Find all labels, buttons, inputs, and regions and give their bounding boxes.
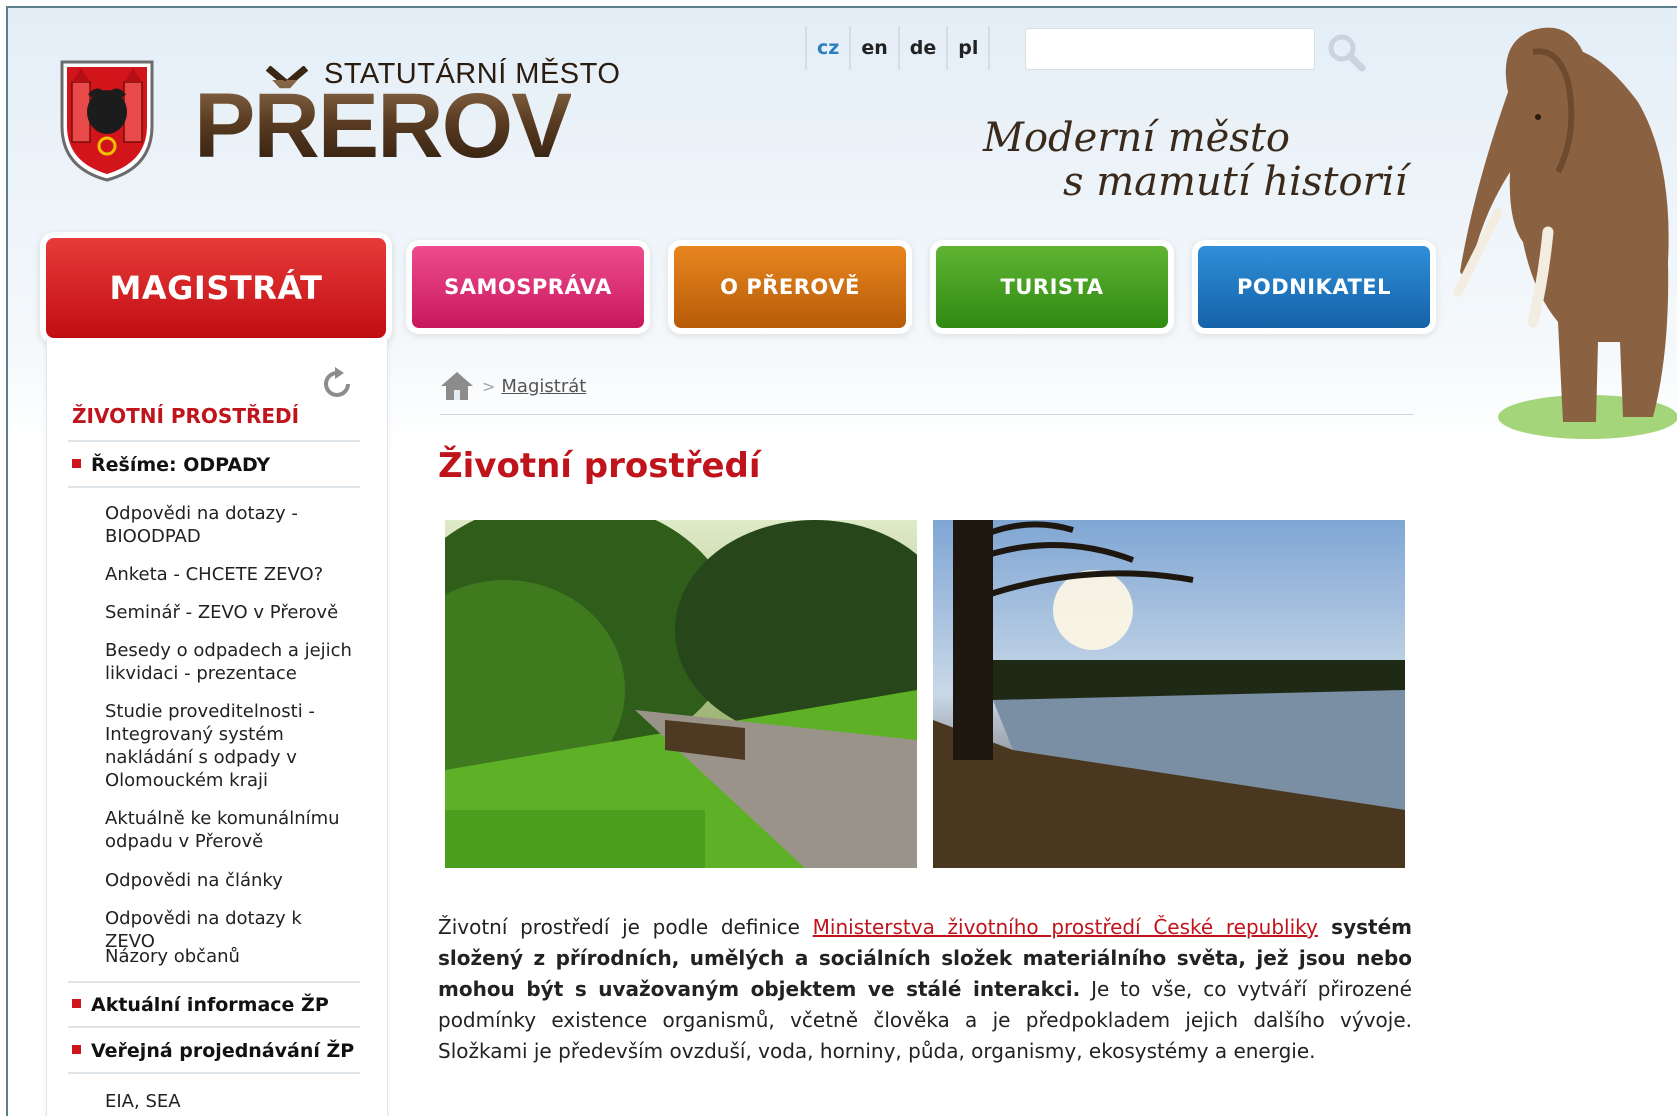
refresh-icon[interactable] xyxy=(320,366,356,402)
nav-samosprava[interactable]: SAMOSPRÁVA xyxy=(412,246,644,328)
sidebar-subitem[interactable]: Seminář - ZEVO v Přerově xyxy=(105,601,355,624)
breadcrumb-link-magistrat[interactable]: Magistrát xyxy=(501,376,586,397)
park-photo xyxy=(445,520,917,868)
sidebar-subitem[interactable]: Odpovědi na dotazy - BIOODPAD xyxy=(105,502,355,548)
slogan-line1: Moderní město xyxy=(983,115,1290,161)
sidebar-item-projednavani[interactable]: Veřejná projednávání ŽP xyxy=(72,1040,354,1062)
lang-pl[interactable]: pl xyxy=(946,26,991,70)
sidebar-title[interactable]: ŽIVOTNÍ PROSTŘEDÍ xyxy=(72,404,299,428)
mammoth-icon xyxy=(1453,27,1677,439)
sidebar-divider xyxy=(68,981,360,983)
sidebar-subitem[interactable]: Názory občanů xyxy=(105,945,355,968)
language-switcher: cz en de pl xyxy=(805,24,991,72)
nav-podnikatel[interactable]: PODNIKATEL xyxy=(1198,246,1430,328)
breadcrumb-separator: > xyxy=(482,376,496,396)
sidebar-item-odpady[interactable]: Řešíme: ODPADY xyxy=(72,454,270,476)
article-text: Životní prostředí je podle definice Mini… xyxy=(438,912,1412,1067)
sidebar-subitem[interactable]: Odpovědi na články xyxy=(105,869,355,892)
lang-de[interactable]: de xyxy=(897,26,947,70)
lang-cz[interactable]: cz xyxy=(805,26,849,70)
breadcrumb-divider xyxy=(440,414,1414,415)
page-frame: STATUTÁRNÍ MĚSTO PŘEROV cz en de pl Mode… xyxy=(6,6,1677,1116)
nav-magistrat[interactable]: MAGISTRÁT xyxy=(46,238,386,366)
sidebar-subitem[interactable]: Aktuálně ke komunálnímu odpadu v Přerově xyxy=(105,807,355,853)
sidebar-divider xyxy=(68,486,360,488)
logo-title[interactable]: PŘEROV xyxy=(194,80,573,172)
sidebar-subitem[interactable]: Studie proveditelnosti - Integrovaný sys… xyxy=(105,700,355,792)
sidebar-divider xyxy=(68,440,360,442)
slogan: Moderní město s mamutí historií xyxy=(983,116,1407,204)
coat-of-arms-icon[interactable] xyxy=(58,56,156,184)
article-text-intro: Životní prostředí je podle definice xyxy=(438,915,813,939)
nav-o-prerove[interactable]: O PŘEROVĚ xyxy=(674,246,906,328)
home-icon[interactable] xyxy=(440,370,474,402)
search-input[interactable] xyxy=(1025,28,1315,70)
nav-turista[interactable]: TURISTA xyxy=(936,246,1168,328)
sidebar-item-aktualni[interactable]: Aktuální informace ŽP xyxy=(72,994,329,1016)
lang-en[interactable]: en xyxy=(849,26,897,70)
search-icon[interactable] xyxy=(1326,32,1366,72)
ministry-link[interactable]: Ministerstva životního prostředí České r… xyxy=(813,915,1318,939)
sidebar-subitem[interactable]: EIA, SEA xyxy=(105,1090,355,1113)
sidebar-divider xyxy=(68,1072,360,1074)
sidebar-subitem[interactable]: Besedy o odpadech a jejich likvidaci - p… xyxy=(105,639,355,685)
slogan-line2: s mamutí historií xyxy=(1063,159,1408,205)
breadcrumb: > Magistrát xyxy=(440,370,586,402)
page-title: Životní prostředí xyxy=(438,446,761,486)
sidebar-subitem[interactable]: Anketa - CHCETE ZEVO? xyxy=(105,563,355,586)
sidebar-divider xyxy=(68,1026,360,1028)
river-photo xyxy=(933,520,1405,868)
